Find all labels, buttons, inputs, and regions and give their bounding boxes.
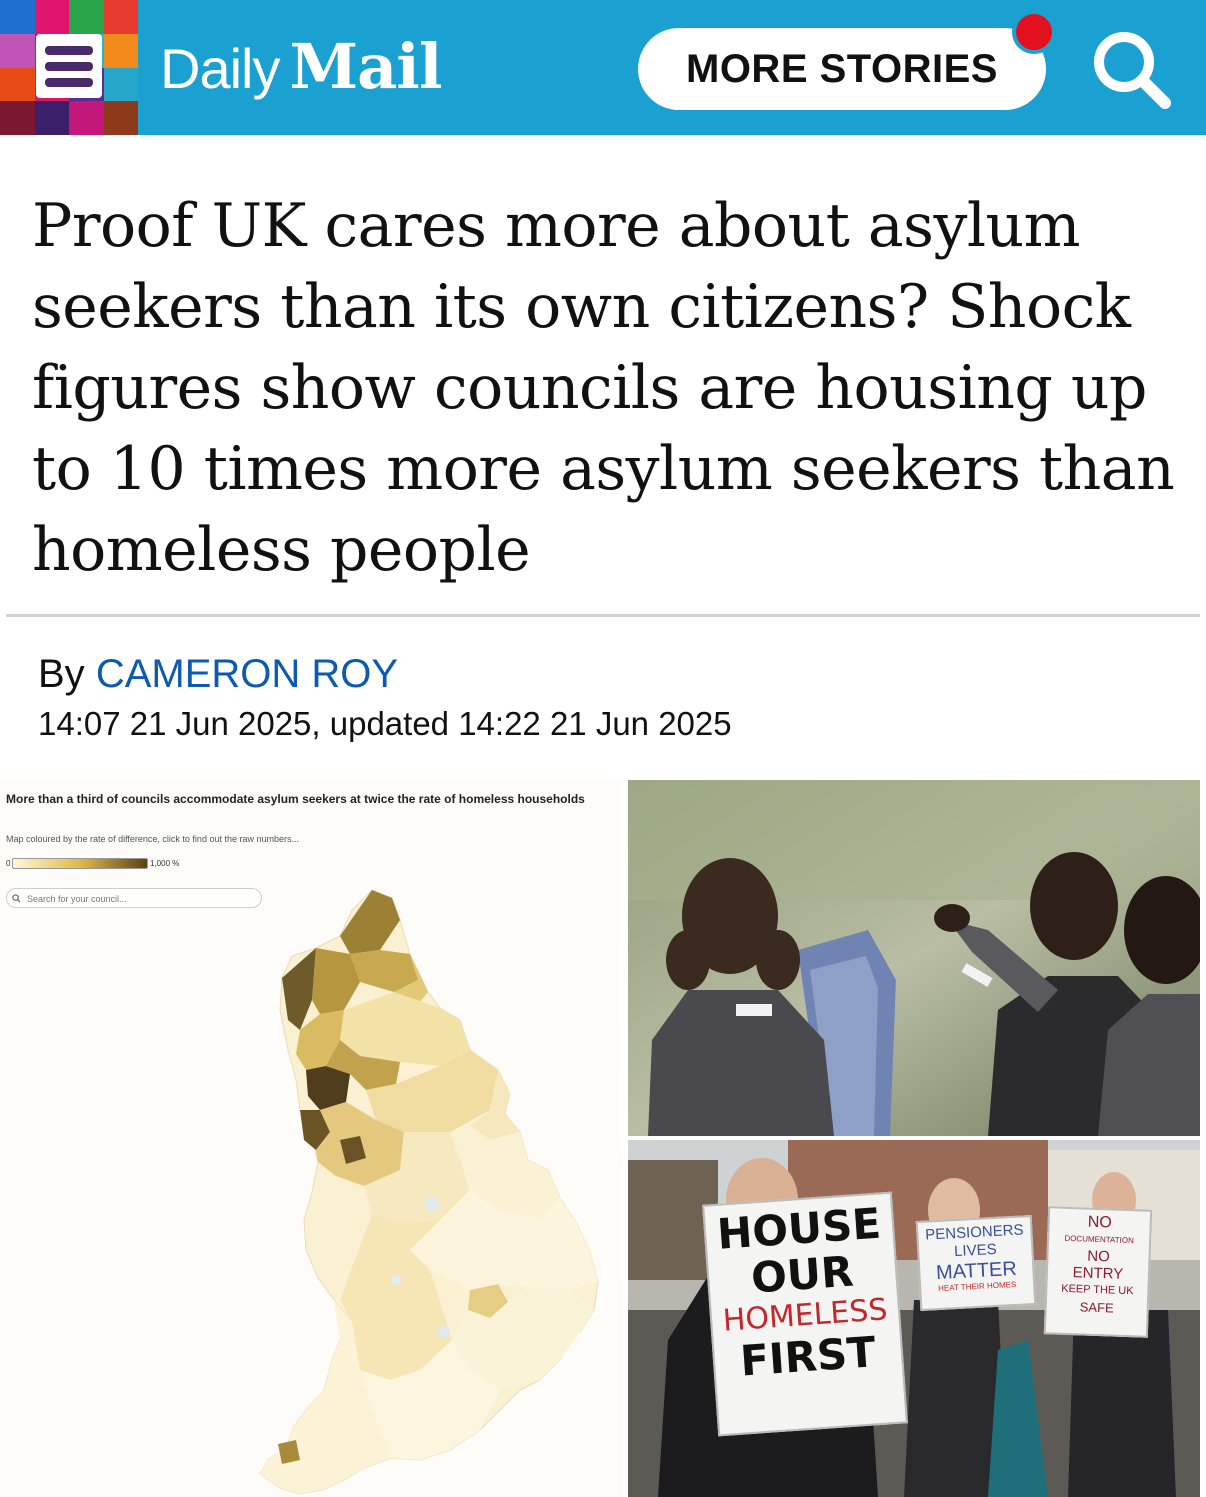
- logo-mail-text: Mail: [289, 30, 442, 103]
- asylum-map-graphic[interactable]: More than a third of councils accommodat…: [0, 780, 622, 1497]
- protest-photo[interactable]: HOUSE OUR HOMELESS FIRST PENSIONERS LIVE…: [628, 1140, 1200, 1497]
- sign3-line5: KEEP THE UK: [1061, 1282, 1134, 1298]
- protest-sign-no-documentation: NO DOCUMENTATION NO ENTRY KEEP THE UK SA…: [1043, 1206, 1153, 1338]
- hamburger-menu-icon[interactable]: [36, 34, 102, 98]
- england-council-map[interactable]: [0, 870, 622, 1497]
- article-headline: Proof UK cares more about asylum seekers…: [32, 191, 1175, 585]
- byline: By CAMERON ROY: [38, 652, 398, 697]
- daily-mail-logo[interactable]: Daily Mail: [160, 30, 442, 110]
- map-title: More than a third of councils accommodat…: [6, 792, 585, 806]
- map-region-accent-2: [438, 1326, 450, 1338]
- notification-dot: [1012, 10, 1056, 54]
- protest-sign-house-our-homeless: HOUSE OUR HOMELESS FIRST: [702, 1191, 908, 1437]
- map-region-plymouth: [278, 1440, 300, 1464]
- more-stories-button[interactable]: MORE STORIES: [638, 28, 1046, 110]
- sign3-line6: SAFE: [1079, 1299, 1114, 1316]
- map-region-accent-3: [391, 1275, 401, 1285]
- article-dateline: 14:07 21 Jun 2025, updated 14:22 21 Jun …: [38, 705, 732, 742]
- search-icon[interactable]: [1088, 26, 1174, 112]
- legend-max-label: 1,000 %: [150, 859, 180, 868]
- menu-button[interactable]: [0, 0, 138, 135]
- logo-daily-text: Daily: [160, 37, 280, 100]
- legend-gradient: [12, 858, 148, 869]
- author-link[interactable]: CAMERON ROY: [96, 652, 398, 696]
- map-region-accent-1: [425, 1197, 439, 1211]
- headline-divider: [6, 614, 1200, 617]
- byline-prefix: By: [38, 652, 85, 696]
- sign3-line2: DOCUMENTATION: [1064, 1233, 1135, 1246]
- site-header: Daily Mail MORE STORIES: [0, 0, 1206, 135]
- protest-sign-pensioners: PENSIONERS LIVES MATTER HEAT THEIR HOMES: [915, 1215, 1037, 1311]
- legend-min-label: 0: [6, 859, 11, 868]
- sign1-line4: FIRST: [738, 1327, 878, 1386]
- map-subtitle: Map coloured by the rate of difference, …: [6, 834, 299, 844]
- bus-passengers-photo[interactable]: [628, 780, 1200, 1136]
